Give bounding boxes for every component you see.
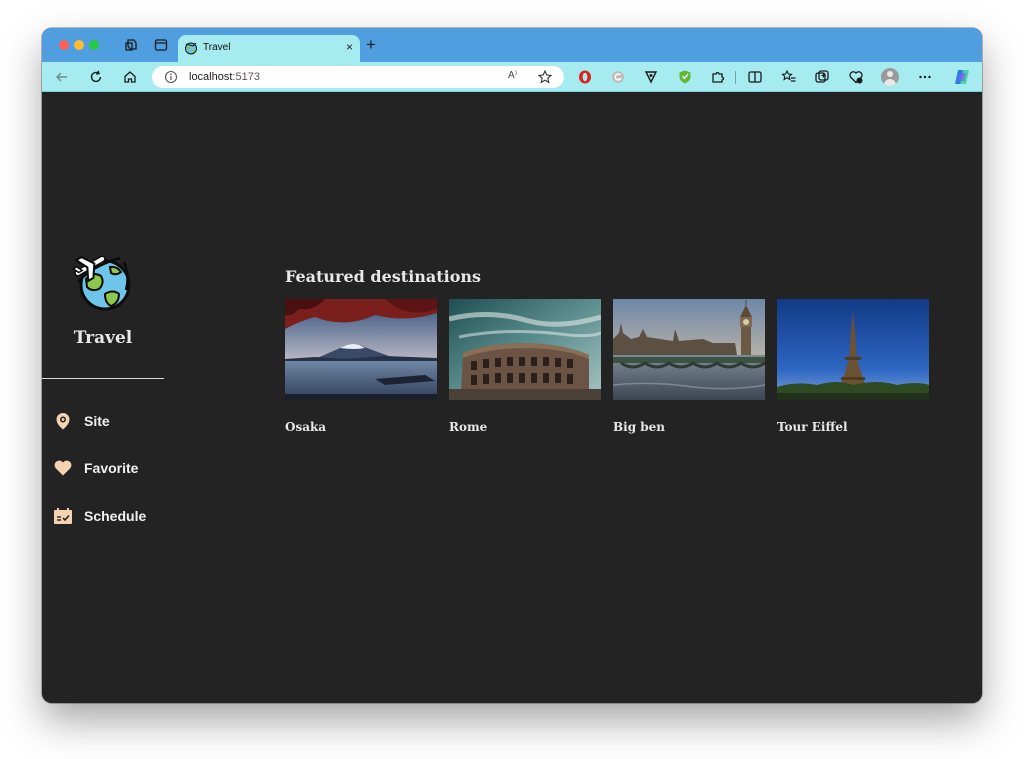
url-text[interactable]: localhost:5173 — [189, 71, 260, 83]
favorites-list-icon[interactable] — [781, 69, 797, 85]
calendar-check-icon — [54, 508, 72, 524]
collections-icon[interactable] — [814, 69, 830, 85]
sidebar-item-label: Favorite — [84, 460, 139, 476]
destination-card-rome[interactable]: Rome — [449, 299, 601, 434]
tab-actions-icon[interactable] — [154, 38, 168, 52]
destination-name: Big ben — [613, 420, 666, 434]
refresh-icon[interactable] — [88, 69, 104, 85]
sidebar-item-schedule[interactable]: Schedule — [53, 505, 168, 527]
workspaces-icon[interactable] — [124, 38, 138, 52]
tab-travel[interactable]: Travel × — [178, 35, 360, 62]
address-bar[interactable]: localhost:5173 A⁾ — [152, 66, 564, 88]
tab-strip: Travel × + — [42, 28, 982, 62]
maximize-window-button[interactable] — [89, 40, 99, 50]
browser-window: Travel × + localhost:5173 A⁾ Travel Site… — [42, 28, 982, 703]
sidebar-item-favorite[interactable]: Favorite — [53, 457, 168, 479]
more-options-icon[interactable] — [917, 69, 933, 85]
destination-card-tour-eiffel[interactable]: Tour Eiffel — [777, 299, 929, 434]
copilot-icon[interactable] — [952, 67, 972, 87]
browser-toolbar: localhost:5173 A⁾ — [42, 62, 982, 92]
sidebar-divider — [42, 378, 164, 379]
site-info-icon[interactable] — [164, 70, 178, 84]
heart-icon — [54, 460, 72, 476]
profile-avatar[interactable] — [881, 68, 899, 86]
home-icon[interactable] — [122, 69, 138, 85]
close-window-button[interactable] — [59, 40, 69, 50]
minimize-window-button[interactable] — [74, 40, 84, 50]
toolbar-separator — [735, 71, 736, 84]
colosseum-photo — [449, 299, 601, 400]
read-aloud-icon[interactable]: A⁾ — [508, 70, 517, 81]
url-port: :5173 — [232, 71, 260, 83]
globe-airplane-logo-icon — [72, 255, 131, 311]
destination-name: Osaka — [285, 420, 327, 434]
extensions-puzzle-icon[interactable] — [710, 69, 726, 85]
pin-extension-icon[interactable] — [643, 69, 659, 85]
split-screen-icon[interactable] — [747, 69, 763, 85]
globe-plane-favicon-icon — [185, 42, 197, 55]
sidebar-item-label: Site — [84, 413, 110, 429]
opera-extension-icon[interactable] — [577, 69, 593, 85]
back-arrow-icon[interactable] — [54, 69, 70, 85]
tab-title: Travel — [203, 42, 231, 53]
brand-title: Travel — [73, 328, 133, 348]
destination-name: Rome — [449, 420, 488, 434]
destination-card-big-ben[interactable]: Big ben — [613, 299, 765, 434]
big-ben-westminster-photo — [613, 299, 765, 400]
new-tab-button[interactable]: + — [366, 36, 376, 54]
close-tab-icon[interactable]: × — [346, 40, 353, 54]
url-host: localhost — [189, 71, 233, 83]
sidebar-item-label: Schedule — [84, 508, 147, 524]
favorite-star-icon[interactable] — [537, 69, 553, 85]
eiffel-tower-photo — [777, 299, 929, 400]
grammar-extension-icon[interactable] — [610, 69, 626, 85]
page-content: Travel Site Favorite Schedule Featured d… — [42, 92, 982, 703]
browser-essentials-icon[interactable] — [848, 69, 864, 85]
shield-extension-icon[interactable] — [677, 69, 693, 85]
sidebar-item-site[interactable]: Site — [53, 410, 168, 432]
mount-fuji-lake-photo — [285, 299, 437, 400]
destination-name: Tour Eiffel — [777, 420, 848, 434]
featured-destinations-heading: Featured destinations — [285, 267, 482, 286]
destination-card-osaka[interactable]: Osaka — [285, 299, 437, 434]
location-pin-icon — [56, 413, 70, 430]
